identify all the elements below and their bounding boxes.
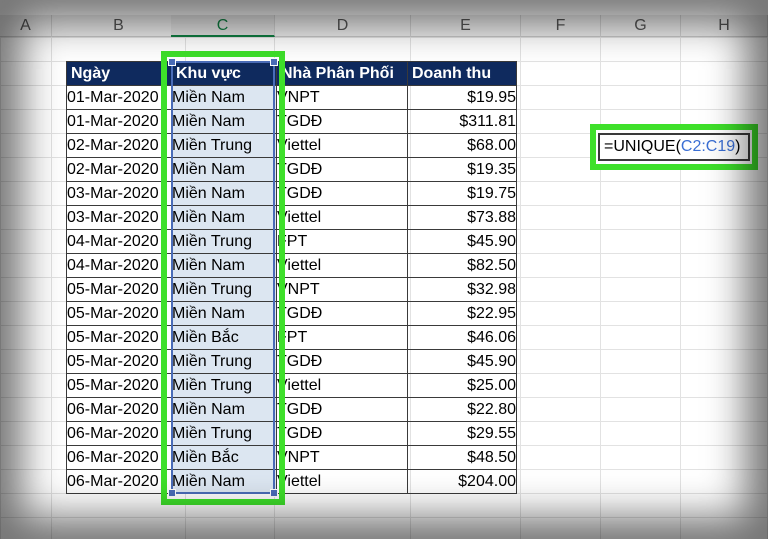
date-cell[interactable]: 01-Mar-2020 bbox=[66, 85, 172, 110]
spreadsheet[interactable]: ABCDEFGH Ngày Khu vực Nhà Phân Phối Doan… bbox=[0, 0, 768, 539]
revenue-cell[interactable]: $45.90 bbox=[407, 349, 517, 374]
column-header-a[interactable]: A bbox=[0, 15, 52, 37]
table-row: 03-Mar-2020 Miền Nam Viettel $73.88 bbox=[66, 205, 517, 230]
distributor-cell[interactable]: Viettel bbox=[276, 205, 408, 230]
revenue-cell[interactable]: $22.80 bbox=[407, 397, 517, 422]
revenue-cell[interactable]: $19.95 bbox=[407, 85, 517, 110]
table-row: 02-Mar-2020 Miền Trung Viettel $68.00 bbox=[66, 133, 517, 158]
distributor-cell[interactable]: FPT bbox=[276, 229, 408, 254]
distributor-cell[interactable]: TGDĐ bbox=[276, 421, 408, 446]
date-cell[interactable]: 05-Mar-2020 bbox=[66, 325, 172, 350]
data-table: Ngày Khu vực Nhà Phân Phối Doanh thu 01-… bbox=[66, 61, 517, 494]
date-cell[interactable]: 04-Mar-2020 bbox=[66, 229, 172, 254]
grid-line bbox=[520, 37, 521, 539]
date-cell[interactable]: 05-Mar-2020 bbox=[66, 277, 172, 302]
revenue-cell[interactable]: $19.75 bbox=[407, 181, 517, 206]
table-row: 05-Mar-2020 Miền Trung Viettel $25.00 bbox=[66, 373, 517, 398]
distributor-cell[interactable]: TGDĐ bbox=[276, 109, 408, 134]
grid-line bbox=[600, 37, 601, 539]
revenue-cell[interactable]: $311.81 bbox=[407, 109, 517, 134]
revenue-cell[interactable]: $73.88 bbox=[407, 205, 517, 230]
header-revenue[interactable]: Doanh thu bbox=[407, 61, 517, 86]
revenue-cell[interactable]: $204.00 bbox=[407, 469, 517, 494]
selection-handle[interactable] bbox=[270, 58, 278, 66]
column-header-h[interactable]: H bbox=[681, 15, 768, 37]
column-header-d[interactable]: D bbox=[275, 15, 411, 37]
grid-line bbox=[680, 37, 681, 539]
distributor-cell[interactable]: Viettel bbox=[276, 133, 408, 158]
table-row: 06-Mar-2020 Miền Nam TGDĐ $22.80 bbox=[66, 397, 517, 422]
distributor-cell[interactable]: VNPT bbox=[276, 277, 408, 302]
table-row: 06-Mar-2020 Miền Bắc VNPT $48.50 bbox=[66, 445, 517, 470]
table-row: 06-Mar-2020 Miền Trung TGDĐ $29.55 bbox=[66, 421, 517, 446]
distributor-cell[interactable]: VNPT bbox=[276, 85, 408, 110]
column-header-c[interactable]: C bbox=[171, 15, 275, 37]
distributor-cell[interactable]: Viettel bbox=[276, 469, 408, 494]
header-distributor[interactable]: Nhà Phân Phối bbox=[276, 61, 408, 86]
revenue-cell[interactable]: $19.35 bbox=[407, 157, 517, 182]
date-cell[interactable]: 02-Mar-2020 bbox=[66, 157, 172, 182]
column-header-b[interactable]: B bbox=[52, 15, 186, 37]
date-cell[interactable]: 03-Mar-2020 bbox=[66, 181, 172, 206]
date-cell[interactable]: 01-Mar-2020 bbox=[66, 109, 172, 134]
column-header-g[interactable]: G bbox=[601, 15, 681, 37]
distributor-cell[interactable]: TGDĐ bbox=[276, 181, 408, 206]
selection-range-c[interactable] bbox=[171, 61, 275, 494]
table-row: 06-Mar-2020 Miền Nam Viettel $204.00 bbox=[66, 469, 517, 494]
revenue-cell[interactable]: $48.50 bbox=[407, 445, 517, 470]
revenue-cell[interactable]: $29.55 bbox=[407, 421, 517, 446]
table-row: 05-Mar-2020 Miền Bắc FPT $46.06 bbox=[66, 325, 517, 350]
revenue-cell[interactable]: $22.95 bbox=[407, 301, 517, 326]
date-cell[interactable]: 06-Mar-2020 bbox=[66, 397, 172, 422]
selection-handle[interactable] bbox=[168, 58, 176, 66]
formula-close-paren: ) bbox=[735, 138, 741, 155]
column-header-e[interactable]: E bbox=[411, 15, 521, 37]
distributor-cell[interactable]: Viettel bbox=[276, 253, 408, 278]
revenue-cell[interactable]: $68.00 bbox=[407, 133, 517, 158]
table-row: 04-Mar-2020 Miền Trung FPT $45.90 bbox=[66, 229, 517, 254]
revenue-cell[interactable]: $32.98 bbox=[407, 277, 517, 302]
date-cell[interactable]: 02-Mar-2020 bbox=[66, 133, 172, 158]
date-cell[interactable]: 06-Mar-2020 bbox=[66, 421, 172, 446]
date-cell[interactable]: 06-Mar-2020 bbox=[66, 445, 172, 470]
date-cell[interactable]: 03-Mar-2020 bbox=[66, 205, 172, 230]
distributor-cell[interactable]: TGDĐ bbox=[276, 397, 408, 422]
distributor-cell[interactable]: TGDĐ bbox=[276, 301, 408, 326]
date-cell[interactable]: 05-Mar-2020 bbox=[66, 373, 172, 398]
table-row: 03-Mar-2020 Miền Nam TGDĐ $19.75 bbox=[66, 181, 517, 206]
header-date[interactable]: Ngày bbox=[66, 61, 172, 86]
formula-cell-g[interactable]: =UNIQUE(C2:C19) bbox=[598, 133, 750, 161]
table-row: 01-Mar-2020 Miền Nam TGDĐ $311.81 bbox=[66, 109, 517, 134]
distributor-cell[interactable]: VNPT bbox=[276, 445, 408, 470]
table-row: 05-Mar-2020 Miền Trung TGDĐ $45.90 bbox=[66, 349, 517, 374]
formula-function: =UNIQUE( bbox=[604, 138, 681, 155]
table-row: 05-Mar-2020 Miền Nam TGDĐ $22.95 bbox=[66, 301, 517, 326]
grid-line bbox=[51, 37, 52, 539]
selection-handle[interactable] bbox=[168, 489, 176, 497]
distributor-cell[interactable]: Viettel bbox=[276, 373, 408, 398]
distributor-cell[interactable]: TGDĐ bbox=[276, 157, 408, 182]
date-cell[interactable]: 06-Mar-2020 bbox=[66, 469, 172, 494]
revenue-cell[interactable]: $45.90 bbox=[407, 229, 517, 254]
distributor-cell[interactable]: FPT bbox=[276, 325, 408, 350]
table-row: 02-Mar-2020 Miền Nam TGDĐ $19.35 bbox=[66, 157, 517, 182]
revenue-cell[interactable]: $46.06 bbox=[407, 325, 517, 350]
formula-range-ref: C2:C19 bbox=[680, 138, 736, 155]
column-header-f[interactable]: F bbox=[521, 15, 601, 37]
date-cell[interactable]: 04-Mar-2020 bbox=[66, 253, 172, 278]
revenue-cell[interactable]: $82.50 bbox=[407, 253, 517, 278]
table-row: 05-Mar-2020 Miền Trung VNPT $32.98 bbox=[66, 277, 517, 302]
date-cell[interactable]: 05-Mar-2020 bbox=[66, 349, 172, 374]
table-row: 01-Mar-2020 Miền Nam VNPT $19.95 bbox=[66, 85, 517, 110]
table-row: 04-Mar-2020 Miền Nam Viettel $82.50 bbox=[66, 253, 517, 278]
revenue-cell[interactable]: $25.00 bbox=[407, 373, 517, 398]
selection-handle[interactable] bbox=[270, 489, 278, 497]
date-cell[interactable]: 05-Mar-2020 bbox=[66, 301, 172, 326]
distributor-cell[interactable]: TGDĐ bbox=[276, 349, 408, 374]
